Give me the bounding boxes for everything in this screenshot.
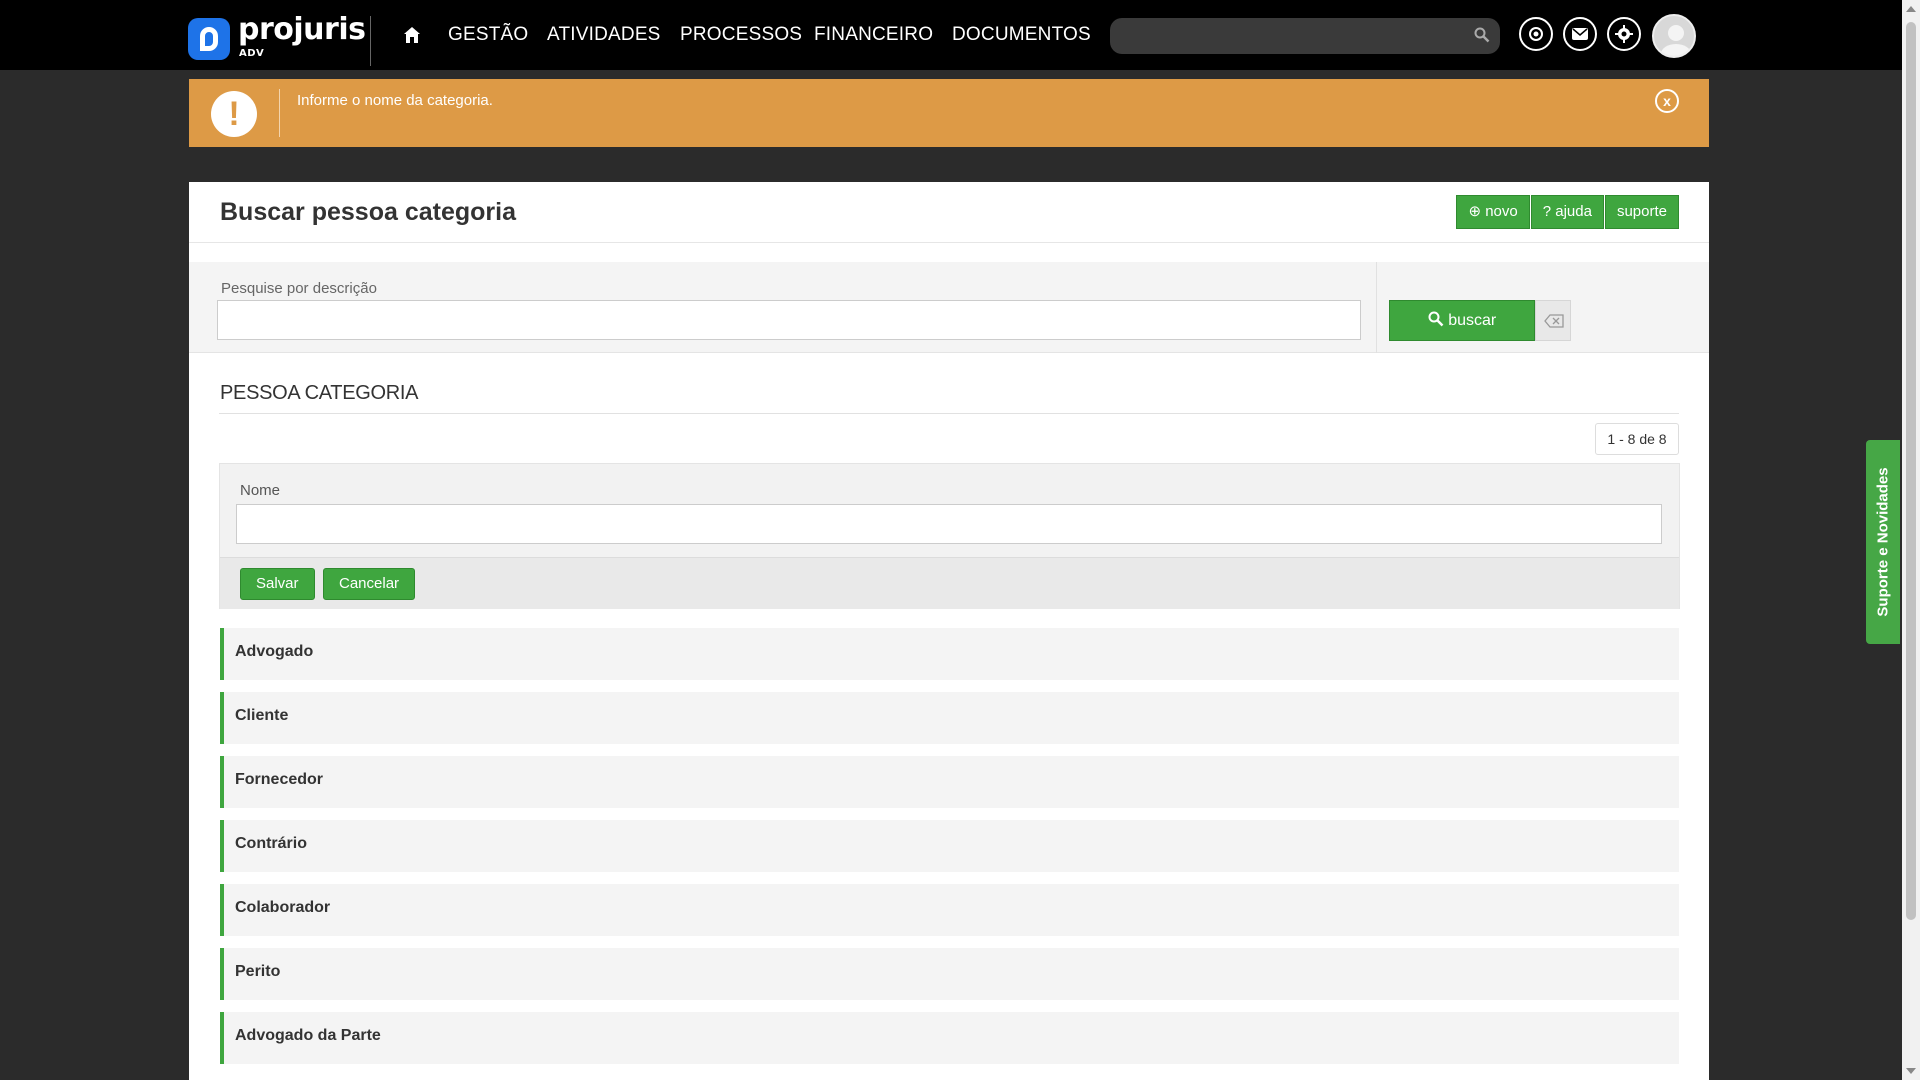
- brand-sub: ADV: [239, 48, 265, 59]
- buscar-button[interactable]: buscar: [1389, 300, 1535, 341]
- list-item[interactable]: Advogado da Parte: [220, 1012, 1679, 1064]
- support-news-label: Suporte e Novidades: [1874, 467, 1892, 617]
- nav-item-gestao[interactable]: GESTÃO: [448, 24, 528, 46]
- list-item[interactable]: Perito: [220, 948, 1679, 1000]
- nav-divider: [370, 16, 371, 66]
- list-item[interactable]: Colaborador: [220, 884, 1679, 936]
- ajuda-label: ajuda: [1555, 203, 1592, 220]
- mail-icon[interactable]: [1563, 17, 1597, 51]
- plus-circle-icon: ⊕: [1468, 203, 1486, 220]
- salvar-button[interactable]: Salvar: [240, 568, 315, 600]
- search-icon[interactable]: [1474, 27, 1490, 43]
- list-item-label: Perito: [235, 963, 281, 980]
- clear-search-button[interactable]: [1535, 300, 1571, 341]
- settings-gear-icon[interactable]: [1607, 17, 1641, 51]
- section-title: PESSOA CATEGORIA: [220, 382, 419, 404]
- list-item-label: Advogado da Parte: [235, 1027, 381, 1044]
- home-icon[interactable]: [403, 26, 421, 44]
- nome-label: Nome: [240, 482, 281, 499]
- main-panel: Buscar pessoa categoria ⊕ novo ? ajuda s…: [189, 182, 1709, 1080]
- list-item-label: Cliente: [235, 707, 289, 724]
- buscar-label: buscar: [1448, 312, 1497, 329]
- page-scrollbar[interactable]: [1902, 0, 1920, 1080]
- top-navbar: projuris ADV GESTÃO ATIVIDADES PROCESSOS…: [0, 0, 1902, 70]
- nav-item-documentos[interactable]: DOCUMENTOS: [952, 24, 1091, 46]
- nome-input[interactable]: [236, 504, 1662, 544]
- warning-alert: ! Informe o nome da categoria. x: [189, 79, 1709, 147]
- nav-item-processos[interactable]: PROCESSOS: [680, 24, 802, 46]
- header-divider: [189, 242, 1709, 243]
- backspace-icon: [1544, 314, 1564, 328]
- user-avatar[interactable]: [1652, 14, 1696, 58]
- scroll-up-icon[interactable]: [1906, 6, 1916, 12]
- page-title: Buscar pessoa categoria: [220, 198, 516, 226]
- support-news-tab[interactable]: Suporte e Novidades: [1866, 440, 1900, 644]
- search-icon: [1428, 311, 1444, 327]
- nav-item-financeiro[interactable]: FINANCEIRO: [814, 24, 933, 46]
- header-actions: ⊕ novo ? ajuda suporte: [1455, 195, 1679, 229]
- description-search-input[interactable]: [217, 300, 1361, 340]
- ajuda-button[interactable]: ? ajuda: [1530, 195, 1604, 229]
- nav-item-atividades[interactable]: ATIVIDADES: [547, 24, 661, 46]
- list-item-label: Colaborador: [235, 899, 331, 916]
- list-item[interactable]: Advogado: [220, 628, 1679, 680]
- alert-close-icon[interactable]: x: [1655, 89, 1679, 113]
- list-item-label: Advogado: [235, 643, 314, 660]
- alert-separator: [279, 89, 280, 137]
- list-item[interactable]: Fornecedor: [220, 756, 1679, 808]
- alert-message: Informe o nome da categoria.: [297, 92, 493, 109]
- brand-name[interactable]: projuris: [238, 12, 366, 47]
- list-item[interactable]: Cliente: [220, 692, 1679, 744]
- ai-assistant-icon[interactable]: [1519, 17, 1553, 51]
- list-item[interactable]: Contrário: [220, 820, 1679, 872]
- novo-label: novo: [1485, 203, 1518, 220]
- list-item-label: Fornecedor: [235, 771, 324, 788]
- cancelar-button[interactable]: Cancelar: [323, 568, 416, 600]
- projuris-logo-icon[interactable]: [188, 18, 230, 60]
- filter-separator: [1376, 262, 1377, 353]
- section-divider: [219, 413, 1679, 414]
- new-category-form: Nome Salvar Cancelar: [219, 463, 1680, 609]
- question-icon: ?: [1542, 203, 1556, 220]
- scroll-thumb[interactable]: [1906, 22, 1916, 920]
- global-search-input[interactable]: [1110, 18, 1500, 54]
- scroll-down-icon[interactable]: [1906, 1068, 1916, 1074]
- list-item-label: Contrário: [235, 835, 307, 852]
- novo-button[interactable]: ⊕ novo: [1456, 195, 1530, 229]
- filter-label: Pesquise por descrição: [221, 280, 377, 297]
- suporte-button[interactable]: suporte: [1604, 195, 1679, 229]
- alert-exclamation-icon: !: [211, 91, 257, 137]
- form-actions: Salvar Cancelar: [220, 557, 1679, 609]
- pagination-count: 1 - 8 de 8: [1595, 423, 1679, 455]
- search-filter: Pesquise por descrição buscar: [189, 262, 1709, 353]
